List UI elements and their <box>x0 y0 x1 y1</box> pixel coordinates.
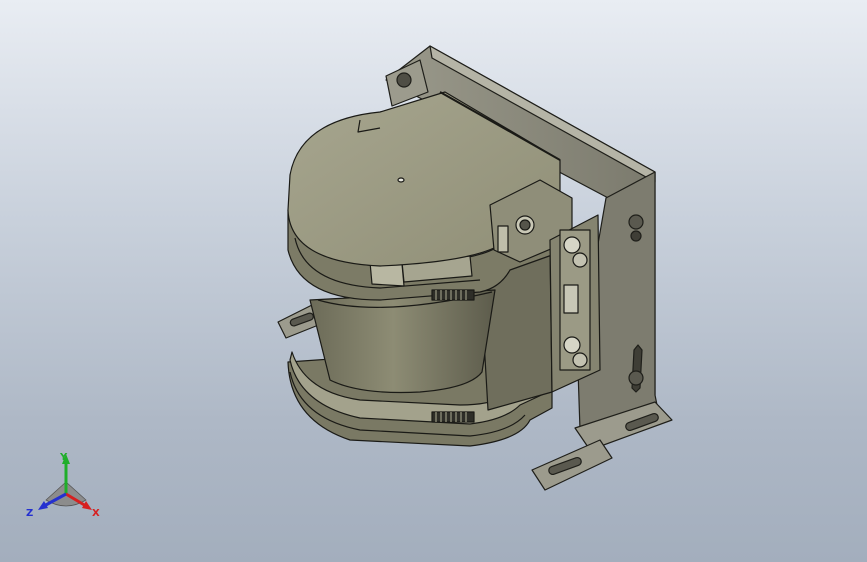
3d-model-viewport[interactable] <box>0 0 867 562</box>
vent-grille-lower <box>431 411 475 423</box>
z-axis-label: Z <box>26 508 33 519</box>
x-axis-label: X <box>92 508 100 519</box>
axis-triad: Y X Z <box>26 452 100 519</box>
vent-grille-upper <box>431 289 475 301</box>
y-axis-label: Y <box>59 452 68 463</box>
